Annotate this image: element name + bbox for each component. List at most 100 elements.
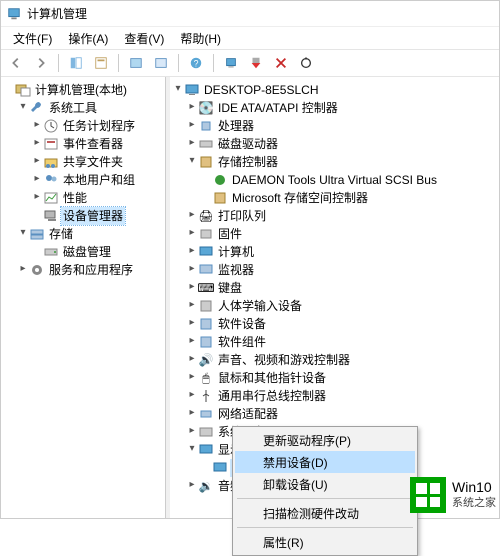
collapse-icon[interactable]: ▾ — [172, 81, 184, 99]
node-mgmt-local[interactable]: 计算机管理(本地) — [3, 81, 163, 99]
svg-text:?: ? — [194, 59, 199, 69]
node-print-queues[interactable]: ▸🖨打印队列 — [172, 207, 497, 225]
node-cpu[interactable]: ▸处理器 — [172, 117, 497, 135]
wrench-icon — [29, 100, 45, 116]
expand-icon[interactable]: ▸ — [186, 423, 198, 441]
expand-icon[interactable]: ▸ — [186, 369, 198, 387]
menu-action[interactable]: 操作(A) — [62, 28, 114, 49]
node-services-apps[interactable]: ▸服务和应用程序 — [3, 261, 163, 279]
action-2-button[interactable] — [150, 52, 172, 74]
ctx-properties[interactable]: 属性(R) — [235, 531, 415, 553]
delete-button[interactable] — [270, 52, 292, 74]
node-ms-storage[interactable]: Microsoft 存储空间控制器 — [172, 189, 497, 207]
computer-icon — [184, 82, 200, 98]
node-network[interactable]: ▸网络适配器 — [172, 405, 497, 423]
node-disk-drives[interactable]: ▸磁盘驱动器 — [172, 135, 497, 153]
nav-back-button[interactable] — [5, 52, 27, 74]
expand-icon[interactable]: ▸ — [31, 189, 43, 207]
toolbar-separator — [213, 54, 214, 72]
expand-icon[interactable]: ▸ — [186, 333, 198, 351]
scan-hardware-button[interactable] — [220, 52, 242, 74]
node-computer[interactable]: ▸计算机 — [172, 243, 497, 261]
ctx-uninstall-device[interactable]: 卸载设备(U) — [235, 473, 415, 495]
expand-icon[interactable]: ▸ — [186, 477, 198, 495]
expand-icon[interactable]: ▸ — [186, 351, 198, 369]
node-shared-folders[interactable]: ▸共享文件夹 — [3, 153, 163, 171]
monitor-icon — [198, 262, 214, 278]
collapse-icon[interactable]: ▾ — [186, 153, 198, 171]
node-usb[interactable]: ▸通用串行总线控制器 — [172, 387, 497, 405]
node-sw-components[interactable]: ▸软件组件 — [172, 333, 497, 351]
expand-icon[interactable]: ▸ — [186, 207, 198, 225]
expand-icon[interactable]: ▸ — [31, 135, 43, 153]
toolbar-separator — [118, 54, 119, 72]
node-firmware[interactable]: ▸固件 — [172, 225, 497, 243]
node-performance[interactable]: ▸性能 — [3, 189, 163, 207]
device-manager-icon — [43, 208, 59, 224]
menubar: 文件(F) 操作(A) 查看(V) 帮助(H) — [1, 27, 499, 49]
disk-icon — [43, 244, 59, 260]
expand-icon[interactable]: ▸ — [31, 153, 43, 171]
users-icon — [43, 172, 59, 188]
node-keyboards[interactable]: ▸⌨键盘 — [172, 279, 497, 297]
expand-icon[interactable]: ▸ — [186, 297, 198, 315]
app-icon — [7, 7, 21, 21]
expand-icon[interactable]: ▸ — [31, 117, 43, 135]
node-hid[interactable]: ▸人体学输入设备 — [172, 297, 497, 315]
node-desktop-root[interactable]: ▾DESKTOP-8E5SLCH — [172, 81, 497, 99]
firmware-icon — [198, 226, 214, 242]
collapse-icon[interactable]: ▾ — [186, 441, 198, 459]
nav-forward-button[interactable] — [30, 52, 52, 74]
uninstall-button[interactable] — [245, 52, 267, 74]
expand-icon[interactable]: ▸ — [186, 225, 198, 243]
properties-button[interactable] — [90, 52, 112, 74]
node-mouse[interactable]: ▸🖱鼠标和其他指针设备 — [172, 369, 497, 387]
expand-icon[interactable]: ▸ — [186, 279, 198, 297]
menu-file[interactable]: 文件(F) — [7, 28, 58, 49]
ctx-disable-device[interactable]: 禁用设备(D) — [235, 451, 415, 473]
collapse-icon[interactable]: ▾ — [17, 99, 29, 117]
expand-icon[interactable]: ▸ — [186, 135, 198, 153]
sw-device-icon — [198, 316, 214, 332]
keyboard-icon: ⌨ — [198, 280, 214, 296]
node-ide[interactable]: ▸💽IDE ATA/ATAPI 控制器 — [172, 99, 497, 117]
expand-icon[interactable]: ▸ — [186, 99, 198, 117]
node-disk-mgmt[interactable]: 磁盘管理 — [3, 243, 163, 261]
node-task-scheduler[interactable]: ▸任务计划程序 — [3, 117, 163, 135]
expand-icon[interactable]: ▸ — [186, 315, 198, 333]
node-daemon-tools[interactable]: DAEMON Tools Ultra Virtual SCSI Bus — [172, 171, 497, 189]
node-sw-devices[interactable]: ▸软件设备 — [172, 315, 497, 333]
titlebar: 计算机管理 — [1, 1, 499, 27]
collapse-icon[interactable]: ▾ — [17, 225, 29, 243]
ctx-separator — [237, 498, 413, 499]
help-button[interactable]: ? — [185, 52, 207, 74]
expand-icon[interactable]: ▸ — [17, 261, 29, 279]
show-hide-tree-button[interactable] — [65, 52, 87, 74]
node-device-manager[interactable]: 设备管理器 — [3, 207, 163, 225]
disk-drive-icon — [198, 136, 214, 152]
menu-view[interactable]: 查看(V) — [118, 28, 170, 49]
menu-help[interactable]: 帮助(H) — [174, 28, 227, 49]
node-storage[interactable]: ▾存储 — [3, 225, 163, 243]
expand-icon[interactable]: ▸ — [31, 171, 43, 189]
action-1-button[interactable] — [125, 52, 147, 74]
ctx-scan-hardware[interactable]: 扫描检测硬件改动 — [235, 502, 415, 524]
update-driver-button[interactable] — [295, 52, 317, 74]
storage-ctrl-icon — [198, 154, 214, 170]
node-storage-ctrl[interactable]: ▾存储控制器 — [172, 153, 497, 171]
window-title: 计算机管理 — [27, 5, 87, 22]
toolbar-separator — [178, 54, 179, 72]
expand-icon[interactable]: ▸ — [186, 243, 198, 261]
node-event-viewer[interactable]: ▸事件查看器 — [3, 135, 163, 153]
node-sound[interactable]: ▸🔊声音、视频和游戏控制器 — [172, 351, 497, 369]
expand-icon[interactable]: ▸ — [186, 117, 198, 135]
expand-icon[interactable]: ▸ — [186, 387, 198, 405]
node-system-tools[interactable]: ▾系统工具 — [3, 99, 163, 117]
expand-icon[interactable]: ▸ — [186, 405, 198, 423]
mouse-icon: 🖱 — [198, 370, 214, 386]
expand-icon[interactable]: ▸ — [186, 261, 198, 279]
node-local-users[interactable]: ▸本地用户和组 — [3, 171, 163, 189]
sound-icon: 🔊 — [198, 352, 214, 368]
node-monitors[interactable]: ▸监视器 — [172, 261, 497, 279]
ctx-update-driver[interactable]: 更新驱动程序(P) — [235, 429, 415, 451]
